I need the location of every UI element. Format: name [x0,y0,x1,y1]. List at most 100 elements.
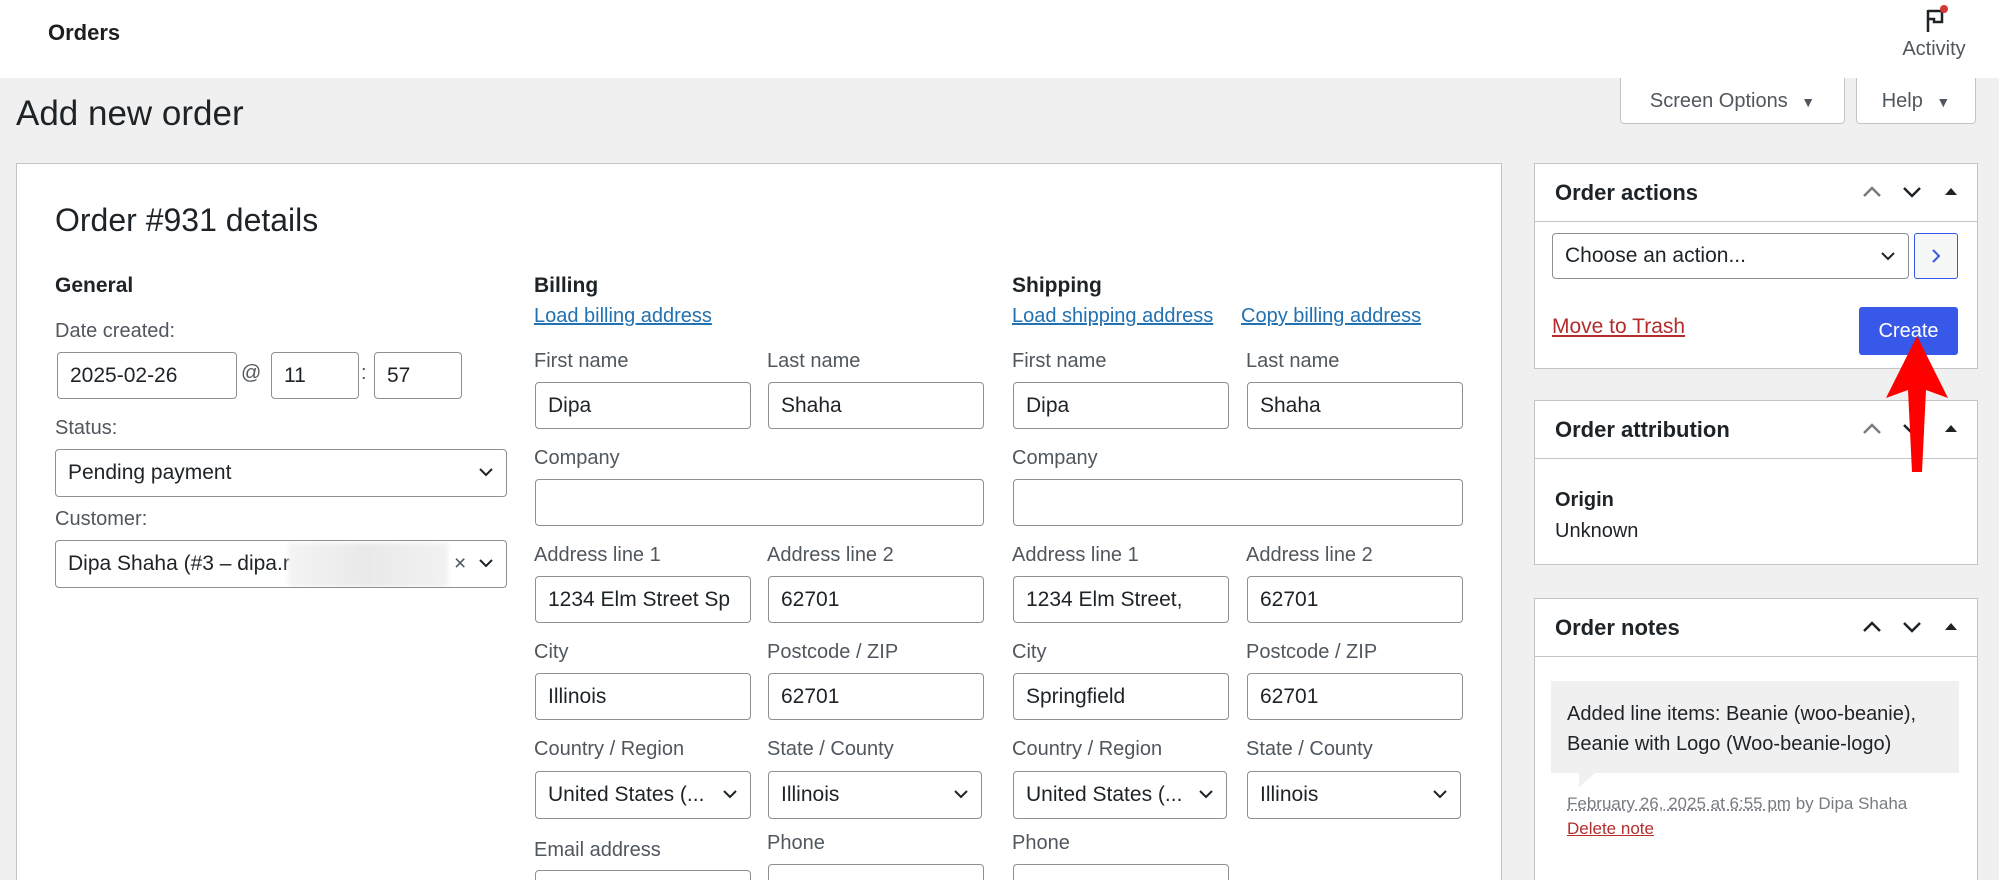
billing-email-input[interactable] [535,870,751,880]
chevron-down-icon [1199,790,1213,799]
chevron-down-icon[interactable] [1901,619,1923,635]
shipping-country-select[interactable]: United States (... [1013,771,1227,819]
chevron-down-icon [1881,252,1895,261]
customer-select[interactable]: Dipa Shaha (#3 – dipa.r × [55,540,507,588]
billing-country-value: United States (... [548,783,705,806]
activity-label: Activity [1902,38,1966,60]
status-select[interactable]: Pending payment [55,449,507,497]
red-arrow-annotation [1886,336,1948,472]
billing-first-name-input[interactable]: Dipa [535,382,751,429]
shipping-first-name-label: First name [1012,350,1107,372]
billing-last-name-label: Last name [767,350,861,372]
billing-city-input[interactable]: Illinois [535,673,751,720]
order-note: Added line items: Beanie (woo-beanie), B… [1551,681,1959,773]
clear-customer-icon[interactable]: × [454,541,466,587]
chevron-down-icon [1433,790,1447,799]
chevron-down-icon [954,790,968,799]
billing-postcode-label: Postcode / ZIP [767,641,899,663]
billing-first-name-label: First name [534,350,629,372]
shipping-company-input[interactable] [1013,479,1463,526]
shipping-state-select[interactable]: Illinois [1247,771,1461,819]
screen-options-button[interactable]: Screen Options ▼ [1620,78,1845,124]
apply-action-button[interactable] [1914,233,1958,279]
billing-phone-input[interactable] [768,864,984,880]
billing-address1-input[interactable]: 1234 Elm Street Sp [535,576,751,623]
origin-value: Unknown [1555,520,1639,542]
billing-country-select[interactable]: United States (... [535,771,751,819]
order-actions-title: Order actions [1555,180,1699,205]
shipping-state-value: Illinois [1260,783,1319,806]
billing-postcode-input[interactable]: 62701 [768,673,984,720]
chevron-right-icon [1932,249,1941,263]
chevron-down-icon[interactable] [1901,184,1923,200]
customer-value: Dipa Shaha (#3 – dipa.r [68,552,290,575]
top-bar-title: Orders [48,20,121,45]
chevron-up-icon[interactable] [1861,619,1883,635]
redacted-email [288,543,448,587]
move-to-trash-link[interactable]: Move to Trash [1552,315,1685,339]
activity-button[interactable]: Activity [1879,0,1989,78]
shipping-phone-label: Phone [1012,832,1070,854]
billing-address1-label: Address line 1 [534,544,661,566]
minute-input[interactable]: 57 [374,352,462,399]
billing-city-label: City [534,641,569,663]
shipping-company-label: Company [1012,447,1098,469]
order-notes-header[interactable]: Order notes [1535,599,1977,657]
date-created-input[interactable]: 2025-02-26 [57,352,237,399]
note-meta: February 26, 2025 at 6:55 pm by Dipa Sha… [1567,794,1907,814]
note-date: February 26, 2025 at 6:55 pm [1567,794,1791,813]
chevron-down-icon [479,468,493,477]
delete-note-link[interactable]: Delete note [1567,819,1654,839]
billing-company-label: Company [534,447,620,469]
shipping-postcode-label: Postcode / ZIP [1246,641,1378,663]
origin-label: Origin [1555,489,1614,511]
shipping-city-input[interactable]: Springfield [1013,673,1229,720]
shipping-address1-input[interactable]: 1234 Elm Street, [1013,576,1229,623]
help-label: Help [1881,90,1923,112]
flag-icon [1926,5,1948,32]
note-author: by Dipa Shaha [1790,794,1908,813]
shipping-state-label: State / County [1246,738,1373,760]
triangle-up-icon[interactable] [1943,619,1959,635]
load-shipping-address-link[interactable]: Load shipping address [1012,305,1213,328]
order-actions-header[interactable]: Order actions [1535,164,1977,222]
triangle-up-icon[interactable] [1943,184,1959,200]
shipping-city-label: City [1012,641,1047,663]
screen-options-label: Screen Options [1649,90,1788,112]
shipping-country-value: United States (... [1026,783,1183,806]
help-button[interactable]: Help ▼ [1856,78,1976,124]
shipping-postcode-input[interactable]: 62701 [1247,673,1463,720]
chevron-down-icon [723,790,737,799]
customer-label: Customer: [55,508,148,530]
order-attribution-title: Order attribution [1555,417,1730,442]
date-created-label: Date created: [55,320,176,342]
general-heading: General [55,274,134,297]
chevron-down-icon [479,559,493,568]
order-action-value: Choose an action... [1565,244,1746,267]
billing-state-select[interactable]: Illinois [768,771,982,819]
billing-country-label: Country / Region [534,738,685,760]
shipping-address1-label: Address line 1 [1012,544,1139,566]
load-billing-address-link[interactable]: Load billing address [534,305,712,328]
billing-company-input[interactable] [535,479,984,526]
copy-billing-address-link[interactable]: Copy billing address [1241,305,1421,328]
billing-phone-label: Phone [767,832,825,854]
billing-address2-input[interactable]: 62701 [768,576,984,623]
billing-last-name-input[interactable]: Shaha [768,382,984,429]
shipping-first-name-input[interactable]: Dipa [1013,382,1229,429]
shipping-phone-input[interactable] [1013,864,1229,880]
note-tail [1579,773,1595,787]
shipping-last-name-input[interactable]: Shaha [1247,382,1463,429]
chevron-up-icon[interactable] [1861,421,1883,437]
order-notes-title: Order notes [1555,615,1680,640]
shipping-country-label: Country / Region [1012,738,1163,760]
order-heading: Order #931 details [55,202,319,238]
order-action-select[interactable]: Choose an action... [1552,233,1909,279]
order-notes-box: Order notes Added line items: Beanie (wo… [1534,598,1978,880]
chevron-up-icon[interactable] [1861,184,1883,200]
shipping-address2-input[interactable]: 62701 [1247,576,1463,623]
status-value: Pending payment [68,461,232,484]
billing-state-value: Illinois [781,783,840,806]
hour-input[interactable]: 11 [271,352,359,399]
at-separator: @ [241,362,262,384]
